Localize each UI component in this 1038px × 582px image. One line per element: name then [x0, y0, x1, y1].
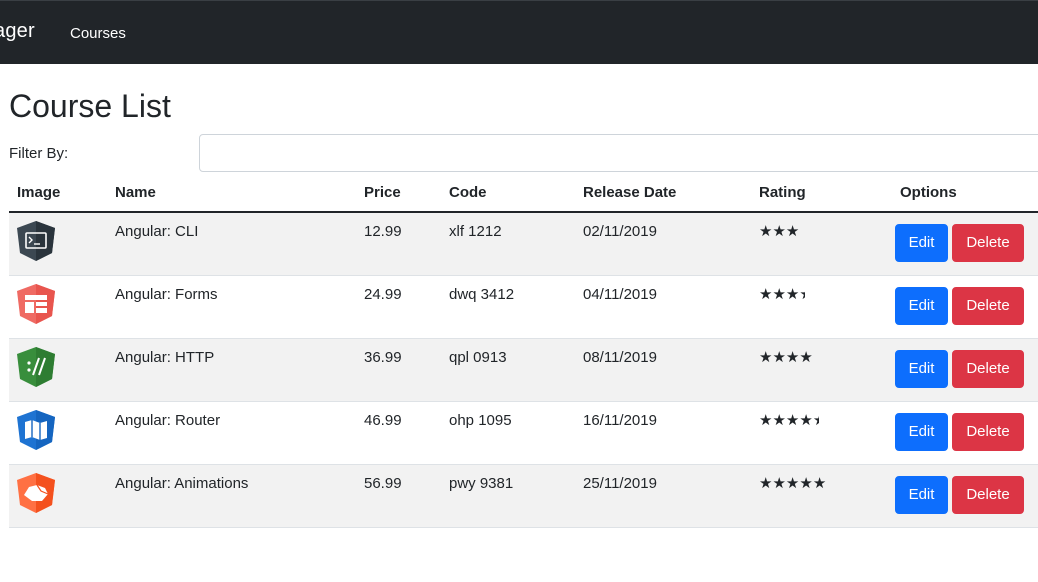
cell-price: 56.99	[356, 464, 441, 528]
header-name: Name	[107, 174, 356, 213]
star-icon: ★	[785, 223, 800, 240]
edit-button[interactable]: Edit	[895, 349, 948, 388]
cell-rating: ★★★★	[751, 275, 892, 339]
cell-code: pwy 9381	[441, 464, 575, 528]
header-image: Image	[9, 174, 107, 213]
cell-price: 46.99	[356, 401, 441, 465]
table-row: Angular: HTTP 36.99 qpl 0913 08/11/2019 …	[9, 338, 1038, 402]
star-rating: ★★★★	[759, 287, 805, 302]
star-icon: ★	[759, 285, 773, 303]
cell-rating: ★★★★	[751, 338, 892, 402]
cell-release-date: 02/11/2019	[575, 212, 751, 276]
delete-button[interactable]: Delete	[952, 286, 1024, 325]
cell-options: Edit Delete	[892, 275, 1038, 339]
table-row: Angular: Router 46.99 ohp 1095 16/11/201…	[9, 401, 1038, 465]
star-rating: ★★★★★	[759, 413, 819, 428]
router-map-icon	[17, 409, 55, 450]
star-icon: ★	[772, 348, 786, 366]
star-icon: ★	[812, 474, 827, 492]
cell-code: dwq 3412	[441, 275, 575, 339]
terminal-icon	[17, 221, 55, 261]
star-icon: ★	[799, 348, 813, 366]
nav-link-courses[interactable]: Courses	[70, 25, 126, 42]
star-icon: ★	[785, 411, 800, 429]
delete-button[interactable]: Delete	[952, 349, 1024, 388]
form-layout-icon	[17, 283, 55, 324]
cell-price: 12.99	[356, 212, 441, 276]
cell-image	[9, 212, 107, 276]
http-slashes-icon	[17, 346, 55, 387]
cell-image	[9, 401, 107, 465]
cell-rating: ★★★★★	[751, 464, 892, 528]
star-rating: ★★★	[759, 224, 799, 239]
cell-rating: ★★★	[751, 212, 892, 276]
filter-label: Filter By:	[9, 145, 69, 162]
table-row: Angular: Animations 56.99 pwy 9381 25/11…	[9, 464, 1038, 528]
cell-image	[9, 338, 107, 402]
cell-code: xlf 1212	[441, 212, 575, 276]
star-icon: ★	[759, 348, 773, 366]
star-icon: ★	[772, 411, 786, 429]
star-icon: ★	[759, 223, 773, 240]
cell-rating: ★★★★★	[751, 401, 892, 465]
star-icon: ★	[799, 411, 813, 429]
star-icon: ★	[799, 474, 813, 492]
cell-price: 24.99	[356, 275, 441, 339]
cell-name: Angular: Router	[107, 401, 356, 465]
star-icon: ★	[785, 348, 800, 366]
star-icon: ★	[785, 474, 800, 492]
cell-image	[9, 464, 107, 528]
cell-name: Angular: Forms	[107, 275, 356, 339]
cell-code: qpl 0913	[441, 338, 575, 402]
cell-options: Edit Delete	[892, 464, 1038, 528]
header-rating: Rating	[751, 174, 892, 213]
cell-release-date: 08/11/2019	[575, 338, 751, 402]
animation-shape-icon	[17, 472, 55, 513]
brand-title[interactable]: ager	[0, 20, 35, 43]
edit-button[interactable]: Edit	[895, 475, 948, 514]
half-star-icon: ★	[813, 413, 819, 428]
cell-name: Angular: CLI	[107, 212, 356, 276]
cell-options: Edit Delete	[892, 212, 1038, 276]
cell-image	[9, 275, 107, 339]
half-star-icon: ★	[799, 287, 805, 302]
edit-button[interactable]: Edit	[895, 412, 948, 451]
filter-input[interactable]	[199, 134, 1038, 172]
cell-name: Angular: HTTP	[107, 338, 356, 402]
star-icon: ★	[772, 474, 786, 492]
cell-options: Edit Delete	[892, 401, 1038, 465]
cell-release-date: 25/11/2019	[575, 464, 751, 528]
star-rating: ★★★★	[759, 350, 813, 365]
table-row: Angular: CLI 12.99 xlf 1212 02/11/2019 ★…	[9, 212, 1038, 276]
cell-options: Edit Delete	[892, 338, 1038, 402]
course-table: Image Name Price Code Release Date Ratin…	[9, 174, 1038, 528]
header-code: Code	[441, 174, 575, 213]
cell-price: 36.99	[356, 338, 441, 402]
star-icon: ★	[759, 411, 773, 429]
star-icon: ★	[772, 223, 786, 240]
page-title: Course List	[9, 88, 171, 124]
cell-release-date: 04/11/2019	[575, 275, 751, 339]
star-icon: ★	[759, 474, 773, 492]
cell-release-date: 16/11/2019	[575, 401, 751, 465]
delete-button[interactable]: Delete	[952, 475, 1024, 514]
top-navbar: ager Courses	[0, 0, 1038, 64]
star-rating: ★★★★★	[759, 476, 826, 491]
cell-code: ohp 1095	[441, 401, 575, 465]
star-icon: ★	[785, 285, 800, 303]
table-row: Angular: Forms 24.99 dwq 3412 04/11/2019…	[9, 275, 1038, 339]
edit-button[interactable]: Edit	[895, 224, 948, 262]
header-release-date: Release Date	[575, 174, 751, 213]
edit-button[interactable]: Edit	[895, 286, 948, 325]
cell-name: Angular: Animations	[107, 464, 356, 528]
header-options: Options	[892, 174, 1038, 213]
table-header-row: Image Name Price Code Release Date Ratin…	[9, 174, 1038, 213]
header-price: Price	[356, 174, 441, 213]
delete-button[interactable]: Delete	[952, 224, 1024, 262]
delete-button[interactable]: Delete	[952, 412, 1024, 451]
star-icon: ★	[772, 285, 786, 303]
